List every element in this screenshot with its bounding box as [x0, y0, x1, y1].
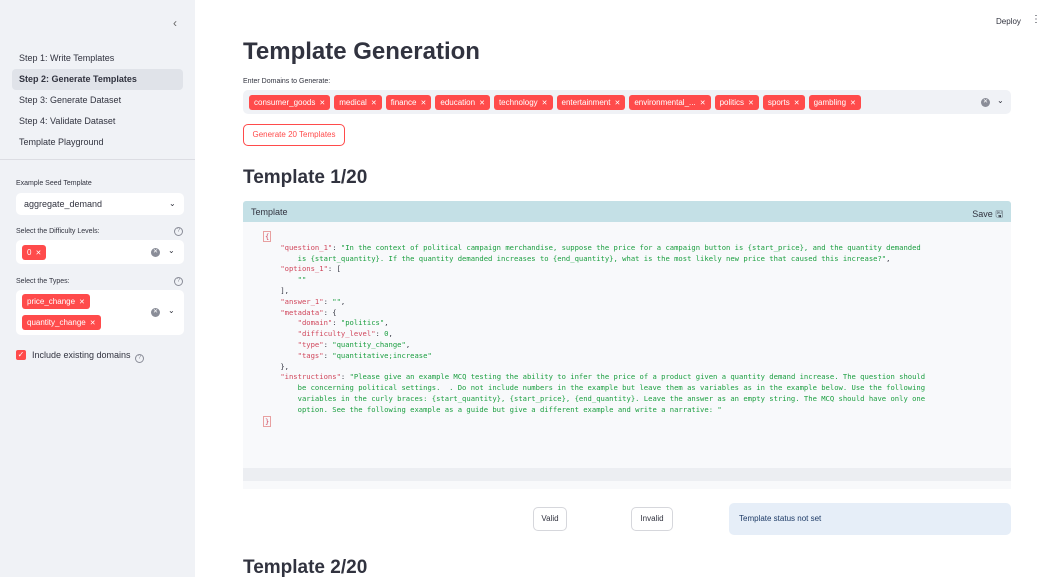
- domain-tag[interactable]: environmental_... ✕: [629, 95, 711, 110]
- remove-tag-icon[interactable]: ✕: [79, 299, 85, 306]
- remove-tag-icon[interactable]: ✕: [794, 100, 800, 107]
- clear-selection-icon[interactable]: ✕: [151, 308, 160, 317]
- chevron-down-icon[interactable]: ⌄: [997, 96, 1004, 105]
- domain-tag[interactable]: sports ✕: [762, 95, 805, 110]
- remove-tag-icon[interactable]: ✕: [319, 100, 325, 107]
- seed-template-label: Example Seed Template: [16, 180, 92, 187]
- generate-templates-button[interactable]: Generate 20 Templates: [243, 124, 345, 146]
- domain-tag[interactable]: consumer_goods ✕: [249, 95, 331, 110]
- code-editor[interactable]: { "question_1": "In the context of polit…: [243, 222, 1011, 489]
- include-domains-label: Include existing domains ?: [32, 350, 145, 363]
- domain-tag-label: politics: [719, 98, 745, 107]
- sidebar-item-template-playground[interactable]: Template Playground: [12, 132, 183, 153]
- template-heading: Template 1/20: [243, 167, 368, 188]
- difficulty-tag[interactable]: 0 ✕: [22, 245, 47, 260]
- remove-tag-icon[interactable]: ✕: [421, 100, 427, 107]
- domain-tag[interactable]: finance ✕: [385, 95, 432, 110]
- domain-tag-label: consumer_goods: [254, 98, 316, 107]
- collapse-sidebar-icon[interactable]: ‹: [168, 16, 182, 30]
- domain-tag[interactable]: medical ✕: [334, 95, 382, 110]
- chevron-down-icon[interactable]: ⌄: [168, 306, 175, 315]
- help-icon[interactable]: ?: [174, 277, 183, 286]
- remove-tag-icon[interactable]: ✕: [371, 100, 377, 107]
- sidebar-item-generate-templates[interactable]: Step 2: Generate Templates: [12, 69, 183, 90]
- remove-tag-icon[interactable]: ✕: [700, 100, 706, 107]
- domain-tag[interactable]: technology ✕: [493, 95, 553, 110]
- domain-tag-label: environmental_...: [634, 98, 696, 107]
- remove-tag-icon[interactable]: ✕: [850, 100, 856, 107]
- include-domains-checkbox[interactable]: ✓: [16, 350, 26, 360]
- domain-tag-list: consumer_goods ✕ medical ✕ finance ✕ education…: [249, 95, 861, 110]
- remove-tag-icon[interactable]: ✕: [35, 250, 41, 257]
- chevron-down-icon[interactable]: ⌄: [169, 199, 176, 208]
- clear-selection-icon[interactable]: ✕: [151, 248, 160, 257]
- domain-tag-label: gambling: [813, 98, 847, 107]
- domain-tag[interactable]: education ✕: [435, 95, 490, 110]
- remove-tag-icon[interactable]: ✕: [614, 100, 620, 107]
- invalid-button[interactable]: Invalid: [631, 507, 673, 531]
- current-line-highlight: [243, 468, 1011, 481]
- remove-tag-icon[interactable]: ✕: [479, 100, 485, 107]
- template-expander: Template Save 🖫 { "question_1": "In the …: [243, 201, 1011, 489]
- domain-tag-label: entertainment: [561, 98, 611, 107]
- sidebar-item-write-templates[interactable]: Step 1: Write Templates: [12, 48, 183, 69]
- domains-multiselect[interactable]: consumer_goods ✕ medical ✕ finance ✕ education…: [243, 90, 1011, 114]
- sidebar: ‹ Step 1: Write Templates Step 2: Genera…: [0, 0, 195, 577]
- template-status: Template status not set: [729, 503, 1011, 535]
- expander-title: Template: [251, 207, 288, 217]
- code-content: { "question_1": "In the context of polit…: [263, 231, 926, 427]
- deploy-button[interactable]: Deploy: [996, 17, 1021, 26]
- domain-tag[interactable]: politics ✕: [714, 95, 759, 110]
- help-icon[interactable]: ?: [174, 227, 183, 236]
- types-label: Select the Types:: [16, 278, 70, 285]
- domain-tag-label: medical: [339, 98, 367, 107]
- domain-tag-label: technology: [498, 98, 538, 107]
- valid-button[interactable]: Valid: [533, 507, 567, 531]
- clear-selection-icon[interactable]: ✕: [981, 98, 990, 107]
- save-icon: 🖫: [995, 209, 1003, 219]
- main-menu-icon[interactable]: ⋮: [1031, 14, 1041, 25]
- sidebar-item-generate-dataset[interactable]: Step 3: Generate Dataset: [12, 90, 183, 111]
- page-title: Template Generation: [243, 38, 480, 65]
- next-template-heading: Template 2/20: [243, 557, 368, 577]
- type-tag[interactable]: price_change ✕: [22, 294, 90, 309]
- sidebar-item-validate-dataset[interactable]: Step 4: Validate Dataset: [12, 111, 183, 132]
- domain-tag[interactable]: entertainment ✕: [556, 95, 626, 110]
- domain-tag[interactable]: gambling ✕: [808, 95, 861, 110]
- difficulty-multiselect[interactable]: 0 ✕ ✕ ⌄: [16, 240, 184, 264]
- sidebar-divider: [0, 159, 195, 160]
- remove-tag-icon[interactable]: ✕: [748, 100, 754, 107]
- help-icon[interactable]: ?: [135, 354, 145, 363]
- chevron-down-icon[interactable]: ⌄: [168, 246, 175, 255]
- remove-tag-icon[interactable]: ✕: [90, 320, 96, 327]
- type-tag[interactable]: quantity_change ✕: [22, 315, 101, 330]
- save-button[interactable]: Save 🖫: [972, 207, 1003, 223]
- app-root: ‹ Step 1: Write Templates Step 2: Genera…: [0, 0, 1043, 577]
- seed-template-select[interactable]: aggregate_demand ⌄: [16, 193, 184, 215]
- expander-header[interactable]: Template Save 🖫: [243, 201, 1011, 222]
- domain-tag-label: finance: [390, 98, 417, 107]
- domain-tag-label: sports: [767, 98, 790, 107]
- remove-tag-icon[interactable]: ✕: [542, 100, 548, 107]
- seed-template-value: aggregate_demand: [24, 199, 103, 209]
- domains-label: Enter Domains to Generate:: [243, 78, 331, 85]
- sidebar-nav: Step 1: Write Templates Step 2: Generate…: [12, 48, 183, 153]
- domain-tag-label: education: [440, 98, 476, 107]
- types-multiselect[interactable]: price_change ✕ quantity_change ✕ ✕ ⌄: [16, 290, 184, 335]
- difficulty-label: Select the Difficulty Levels:: [16, 228, 100, 235]
